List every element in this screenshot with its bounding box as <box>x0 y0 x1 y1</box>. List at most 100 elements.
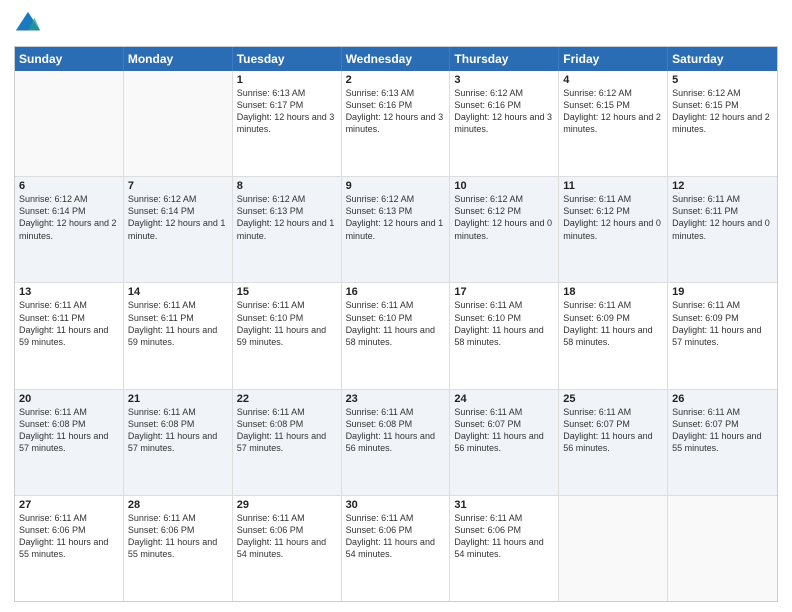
day-number: 20 <box>19 393 119 405</box>
cell-text: Sunrise: 6:12 AM Sunset: 6:13 PM Dayligh… <box>346 193 446 242</box>
calendar-cell: 3Sunrise: 6:12 AM Sunset: 6:16 PM Daylig… <box>450 71 559 176</box>
calendar-cell: 23Sunrise: 6:11 AM Sunset: 6:08 PM Dayli… <box>342 390 451 495</box>
cell-text: Sunrise: 6:12 AM Sunset: 6:13 PM Dayligh… <box>237 193 337 242</box>
logo-icon <box>14 10 42 38</box>
cell-text: Sunrise: 6:11 AM Sunset: 6:08 PM Dayligh… <box>19 406 119 455</box>
day-number: 2 <box>346 74 446 86</box>
day-number: 19 <box>672 286 773 298</box>
page: SundayMondayTuesdayWednesdayThursdayFrid… <box>0 0 792 612</box>
cell-text: Sunrise: 6:11 AM Sunset: 6:07 PM Dayligh… <box>563 406 663 455</box>
calendar-cell: 22Sunrise: 6:11 AM Sunset: 6:08 PM Dayli… <box>233 390 342 495</box>
calendar-header-cell: Saturday <box>668 47 777 71</box>
calendar-cell: 15Sunrise: 6:11 AM Sunset: 6:10 PM Dayli… <box>233 283 342 388</box>
cell-text: Sunrise: 6:11 AM Sunset: 6:09 PM Dayligh… <box>563 299 663 348</box>
calendar-cell: 17Sunrise: 6:11 AM Sunset: 6:10 PM Dayli… <box>450 283 559 388</box>
cell-text: Sunrise: 6:11 AM Sunset: 6:07 PM Dayligh… <box>454 406 554 455</box>
cell-text: Sunrise: 6:12 AM Sunset: 6:14 PM Dayligh… <box>19 193 119 242</box>
calendar-cell <box>15 71 124 176</box>
calendar-cell: 11Sunrise: 6:11 AM Sunset: 6:12 PM Dayli… <box>559 177 668 282</box>
calendar-cell: 2Sunrise: 6:13 AM Sunset: 6:16 PM Daylig… <box>342 71 451 176</box>
calendar-row: 27 Sunrise: 6:11 AM Sunset: 6:06 PM Dayli… <box>15 496 777 601</box>
calendar-header-cell: Thursday <box>450 47 559 71</box>
day-number: 21 <box>128 393 228 405</box>
day-number: 27 <box>19 499 119 511</box>
calendar-header-cell: Sunday <box>15 47 124 71</box>
cell-text: Sunrise: 6:13 AM Sunset: 6:16 PM Dayligh… <box>346 87 446 136</box>
day-number: 31 <box>454 499 554 511</box>
calendar-row: 13Sunrise: 6:11 AM Sunset: 6:11 PM Dayli… <box>15 283 777 389</box>
calendar-cell: 13Sunrise: 6:11 AM Sunset: 6:11 PM Dayli… <box>15 283 124 388</box>
calendar-cell: 1Sunrise: 6:13 AM Sunset: 6:17 PM Daylig… <box>233 71 342 176</box>
cell-text: Sunrise: 6:11 AM Sunset: 6:06 PM Dayligh… <box>128 512 228 561</box>
day-number: 18 <box>563 286 663 298</box>
calendar-cell: 14Sunrise: 6:11 AM Sunset: 6:11 PM Dayli… <box>124 283 233 388</box>
cell-text: Sunrise: 6:11 AM Sunset: 6:11 PM Dayligh… <box>128 299 228 348</box>
calendar-cell: 25Sunrise: 6:11 AM Sunset: 6:07 PM Dayli… <box>559 390 668 495</box>
calendar-cell: 29Sunrise: 6:11 AM Sunset: 6:06 PM Dayli… <box>233 496 342 601</box>
day-number: 11 <box>563 180 663 192</box>
cell-text: Sunrise: 6:11 AM Sunset: 6:06 PM Dayligh… <box>237 512 337 561</box>
calendar-cell: 21Sunrise: 6:11 AM Sunset: 6:08 PM Dayli… <box>124 390 233 495</box>
calendar-header-cell: Friday <box>559 47 668 71</box>
calendar-row: 20Sunrise: 6:11 AM Sunset: 6:08 PM Dayli… <box>15 390 777 496</box>
calendar-cell: 5Sunrise: 6:12 AM Sunset: 6:15 PM Daylig… <box>668 71 777 176</box>
day-number: 13 <box>19 286 119 298</box>
calendar-cell: 6Sunrise: 6:12 AM Sunset: 6:14 PM Daylig… <box>15 177 124 282</box>
day-number: 22 <box>237 393 337 405</box>
cell-text: Sunrise: 6:12 AM Sunset: 6:12 PM Dayligh… <box>454 193 554 242</box>
calendar-row: 1Sunrise: 6:13 AM Sunset: 6:17 PM Daylig… <box>15 71 777 177</box>
day-number: 9 <box>346 180 446 192</box>
calendar-cell: 24Sunrise: 6:11 AM Sunset: 6:07 PM Dayli… <box>450 390 559 495</box>
calendar-row: 6Sunrise: 6:12 AM Sunset: 6:14 PM Daylig… <box>15 177 777 283</box>
cell-text: Sunrise: 6:11 AM Sunset: 6:08 PM Dayligh… <box>346 406 446 455</box>
day-number: 26 <box>672 393 773 405</box>
cell-text: Sunrise: 6:11 AM Sunset: 6:10 PM Dayligh… <box>454 299 554 348</box>
day-number: 24 <box>454 393 554 405</box>
day-number: 5 <box>672 74 773 86</box>
day-number: 23 <box>346 393 446 405</box>
day-number: 3 <box>454 74 554 86</box>
cell-text: Sunrise: 6:11 AM Sunset: 6:09 PM Dayligh… <box>672 299 773 348</box>
day-number: 28 <box>128 499 228 511</box>
day-number: 1 <box>237 74 337 86</box>
calendar-cell <box>124 71 233 176</box>
day-number: 15 <box>237 286 337 298</box>
calendar-header: SundayMondayTuesdayWednesdayThursdayFrid… <box>15 47 777 71</box>
cell-text: Sunrise: 6:13 AM Sunset: 6:17 PM Dayligh… <box>237 87 337 136</box>
cell-text: Sunrise: 6:11 AM Sunset: 6:10 PM Dayligh… <box>237 299 337 348</box>
calendar-body: 1Sunrise: 6:13 AM Sunset: 6:17 PM Daylig… <box>15 71 777 601</box>
calendar: SundayMondayTuesdayWednesdayThursdayFrid… <box>14 46 778 602</box>
calendar-cell: 9Sunrise: 6:12 AM Sunset: 6:13 PM Daylig… <box>342 177 451 282</box>
day-number: 30 <box>346 499 446 511</box>
calendar-cell: 26Sunrise: 6:11 AM Sunset: 6:07 PM Dayli… <box>668 390 777 495</box>
cell-text: Sunrise: 6:11 AM Sunset: 6:10 PM Dayligh… <box>346 299 446 348</box>
day-number: 8 <box>237 180 337 192</box>
day-number: 16 <box>346 286 446 298</box>
day-number: 25 <box>563 393 663 405</box>
calendar-cell <box>559 496 668 601</box>
header <box>14 10 778 38</box>
day-number: 6 <box>19 180 119 192</box>
calendar-cell: 7Sunrise: 6:12 AM Sunset: 6:14 PM Daylig… <box>124 177 233 282</box>
calendar-cell: 8Sunrise: 6:12 AM Sunset: 6:13 PM Daylig… <box>233 177 342 282</box>
calendar-cell: 20Sunrise: 6:11 AM Sunset: 6:08 PM Dayli… <box>15 390 124 495</box>
calendar-cell: 10Sunrise: 6:12 AM Sunset: 6:12 PM Dayli… <box>450 177 559 282</box>
calendar-header-cell: Tuesday <box>233 47 342 71</box>
cell-text: Sunrise: 6:12 AM Sunset: 6:14 PM Dayligh… <box>128 193 228 242</box>
day-number: 12 <box>672 180 773 192</box>
calendar-cell: 12Sunrise: 6:11 AM Sunset: 6:11 PM Dayli… <box>668 177 777 282</box>
calendar-cell: 27Sunrise: 6:11 AM Sunset: 6:06 PM Dayli… <box>15 496 124 601</box>
cell-text: Sunrise: 6:12 AM Sunset: 6:15 PM Dayligh… <box>563 87 663 136</box>
cell-text: Sunrise: 6:11 AM Sunset: 6:11 PM Dayligh… <box>672 193 773 242</box>
calendar-cell: 28Sunrise: 6:11 AM Sunset: 6:06 PM Dayli… <box>124 496 233 601</box>
calendar-cell: 4Sunrise: 6:12 AM Sunset: 6:15 PM Daylig… <box>559 71 668 176</box>
calendar-cell: 30Sunrise: 6:11 AM Sunset: 6:06 PM Dayli… <box>342 496 451 601</box>
cell-text: Sunrise: 6:12 AM Sunset: 6:16 PM Dayligh… <box>454 87 554 136</box>
day-number: 14 <box>128 286 228 298</box>
cell-text: Sunrise: 6:11 AM Sunset: 6:11 PM Dayligh… <box>19 299 119 348</box>
day-number: 10 <box>454 180 554 192</box>
calendar-cell: 31Sunrise: 6:11 AM Sunset: 6:06 PM Dayli… <box>450 496 559 601</box>
cell-text: Sunrise: 6:11 AM Sunset: 6:06 PM Dayligh… <box>454 512 554 561</box>
calendar-cell: 19Sunrise: 6:11 AM Sunset: 6:09 PM Dayli… <box>668 283 777 388</box>
day-number: 29 <box>237 499 337 511</box>
